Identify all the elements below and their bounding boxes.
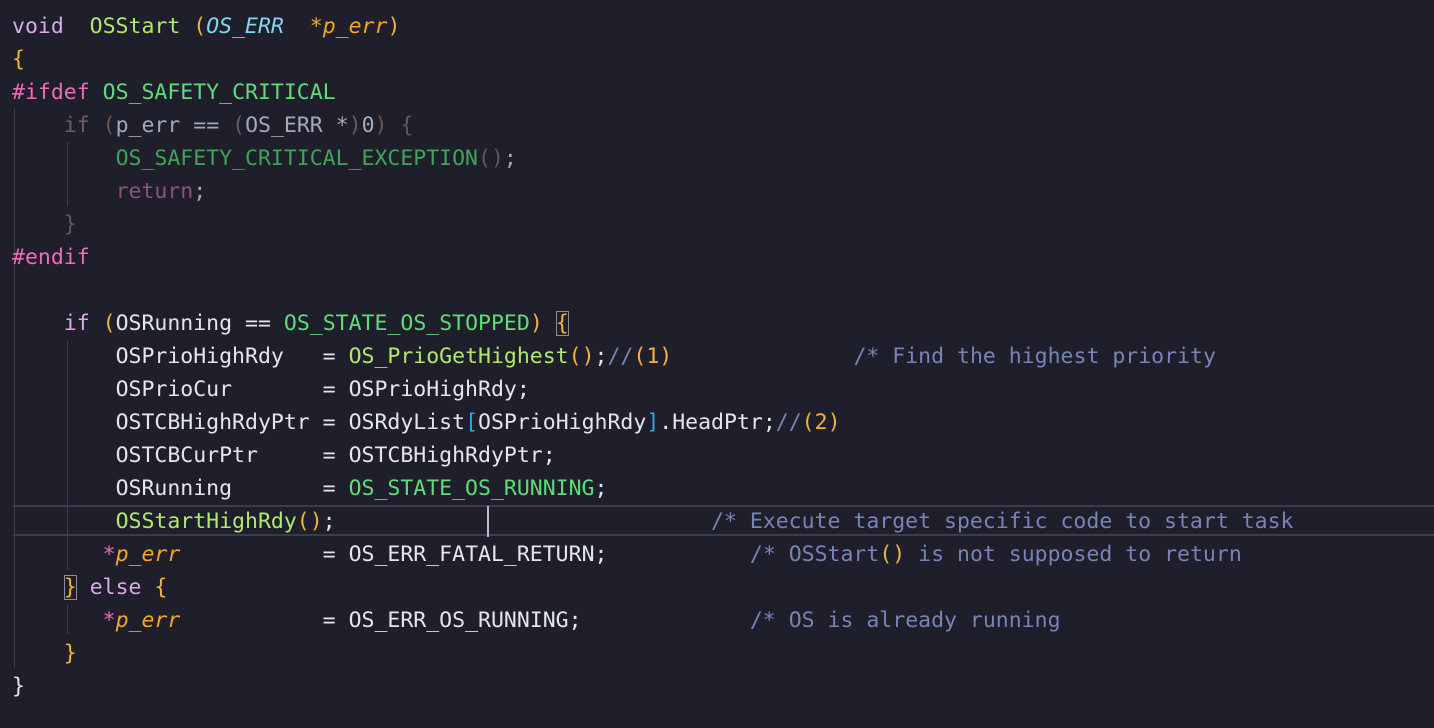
comment: is not supposed to return [905,542,1242,567]
pointer-star: * [309,14,323,39]
paren: () [478,146,504,171]
brace: } [63,212,77,237]
number: 1 [646,344,660,369]
brace-match: { [555,311,569,336]
macro: OS_SAFETY_CRITICAL [102,80,336,105]
pointer-star: * [102,608,116,633]
code-line-17[interactable]: *p_err = OS_ERR_FATAL_RETURN; /* OSStart… [12,538,1242,571]
paren: () [296,509,323,534]
comment: /* OSStart [749,542,880,567]
paren: ) [827,410,841,435]
parameter: p_err [115,608,181,633]
preprocessor: #endif [12,245,90,270]
keyword: if [63,311,90,336]
code-line-10[interactable]: if (OSRunning == OS_STATE_OS_STOPPED) { [12,307,569,340]
keyword: void [12,14,64,39]
code-line-19[interactable]: *p_err = OS_ERR_OS_RUNNING; /* OS is alr… [12,604,1061,637]
identifier: OSPrioHighRdy [478,410,647,435]
code-line-6[interactable]: return; [12,175,207,208]
type-name: OS_ERR [245,113,323,138]
keyword: if [63,113,90,138]
code-line-18[interactable]: } else { [12,571,167,604]
code-line-14[interactable]: OSTCBCurPtr = OSTCBHighRdyPtr; [12,439,556,472]
code-line-15[interactable]: OSRunning = OS_STATE_OS_RUNNING; [12,472,608,505]
number: 2 [814,410,828,435]
operator: * [335,113,349,138]
paren: ) [659,344,673,369]
paren: ( [633,344,647,369]
comment: /* OS is already running [749,608,1061,633]
identifier: OS_ERR_OS_RUNNING [348,608,569,633]
code-line-7[interactable]: } [12,208,77,241]
paren: ) [348,113,362,138]
keyword: else [89,575,142,600]
semicolon: ; [193,179,207,204]
code-line-5[interactable]: OS_SAFETY_CRITICAL_EXCEPTION(); [12,142,517,175]
comment: // [775,410,802,435]
operator: == [245,311,271,336]
code-line-21[interactable]: } [12,670,25,703]
code-line-4[interactable]: if (p_err == (OS_ERR *)0) { [12,109,414,142]
semicolon: ; [503,146,517,171]
field: .HeadPtr [659,410,763,435]
code-editor[interactable]: void OSStart (OS_ERR *p_err) { #ifdef OS… [0,0,1434,728]
identifier: OSPrioHighRdy [115,344,284,369]
code-line-16[interactable]: OSStartHighRdy(); /* Execute target spec… [12,505,1294,538]
function-call: OS_PrioGetHighest [348,344,569,369]
macro: OS_STATE_OS_RUNNING [348,476,595,501]
paren: () [879,542,906,567]
comment: // [607,344,634,369]
brace-match: } [63,575,77,600]
paren: ( [102,311,116,336]
identifier: OSTCBHighRdyPtr [115,410,310,435]
identifier: OSRunning [115,476,233,501]
paren: ( [232,113,246,138]
identifier: OSRdyList [348,410,466,435]
type-name: OS_ERR [206,14,284,39]
code-line-3[interactable]: #ifdef OS_SAFETY_CRITICAL [12,76,336,109]
number: 0 [361,113,375,138]
keyword: return [115,179,194,204]
parameter: p_err [322,14,388,39]
brace: { [400,113,414,138]
code-line-11[interactable]: OSPrioHighRdy = OS_PrioGetHighest();//(1… [12,340,1216,373]
identifier: OSTCBCurPtr [115,443,258,468]
paren: ( [801,410,815,435]
paren: ) [387,14,401,39]
identifier: OSRunning [115,311,233,336]
identifier: OSPrioCur [115,377,233,402]
comment: /* Execute target specific code to start… [711,509,1294,534]
operator: == [193,113,220,138]
paren: ) [374,113,388,138]
identifier: OS_ERR_FATAL_RETURN [348,542,595,567]
brace: } [12,674,25,699]
preprocessor: #ifdef [12,80,90,105]
paren: ( [193,14,207,39]
macro: OS_STATE_OS_STOPPED [283,311,530,336]
identifier: OSPrioHighRdy [348,377,517,402]
code-line-2[interactable]: { [12,43,25,76]
identifier: OSTCBHighRdyPtr [348,443,543,468]
pointer-star: * [102,542,116,567]
code-line-8[interactable]: #endif [12,241,90,274]
code-line-1[interactable]: void OSStart (OS_ERR *p_err) [12,10,400,43]
bracket: [ [465,410,479,435]
macro-call: OS_SAFETY_CRITICAL_EXCEPTION [115,146,478,171]
function-name: OSStart [89,14,181,39]
paren: ) [529,311,543,336]
brace: } [63,641,77,666]
code-line-20[interactable]: } [12,637,77,670]
brace: { [154,575,168,600]
code-line-12[interactable]: OSPrioCur = OSPrioHighRdy; [12,373,530,406]
identifier: p_err [115,113,181,138]
brace: { [12,47,25,72]
bracket: ] [646,410,660,435]
parameter: p_err [115,542,181,567]
paren: () [568,344,595,369]
comment: /* Find the highest priority [853,344,1216,369]
paren: ( [102,113,116,138]
function-call: OSStartHighRdy [115,509,297,534]
code-line-13[interactable]: OSTCBHighRdyPtr = OSRdyList[OSPrioHighRd… [12,406,841,439]
